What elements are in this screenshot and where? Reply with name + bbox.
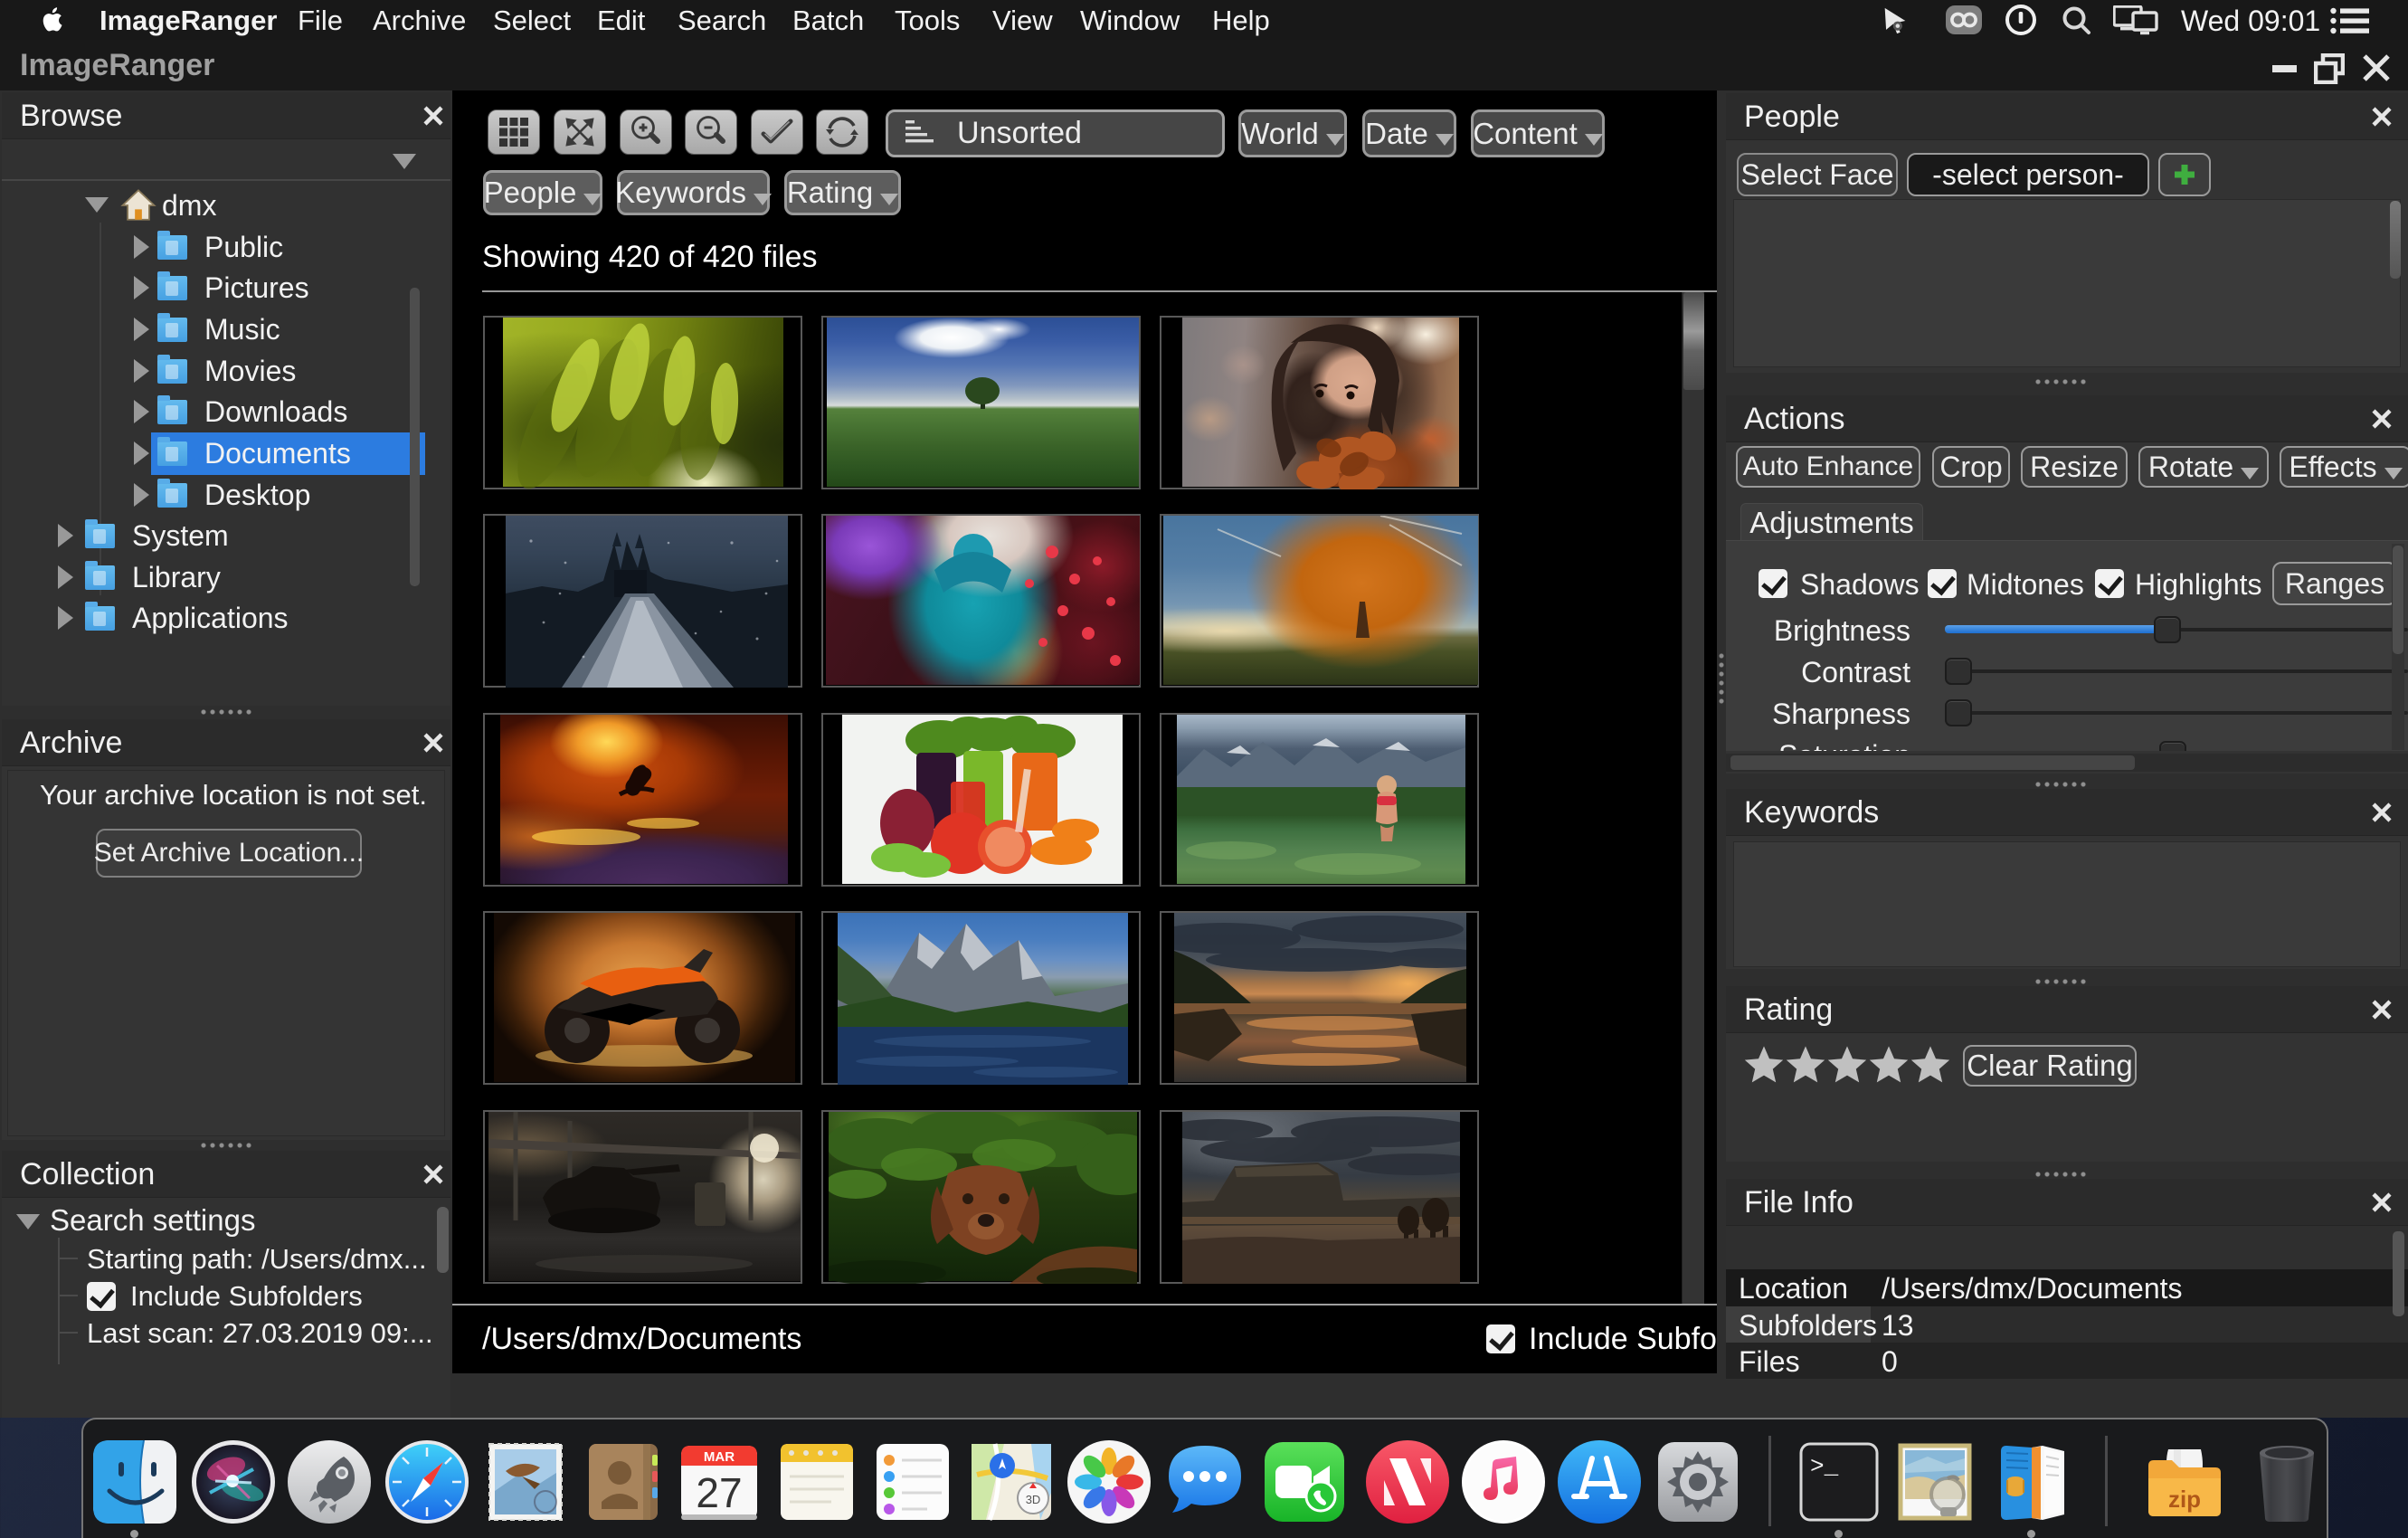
svg-text:27: 27 xyxy=(696,1469,742,1516)
svg-text:3D: 3D xyxy=(1026,1493,1041,1506)
svg-text:zip: zip xyxy=(2168,1486,2201,1513)
svg-text:MAR: MAR xyxy=(704,1449,735,1465)
svg-text:>_: >_ xyxy=(1810,1453,1839,1480)
